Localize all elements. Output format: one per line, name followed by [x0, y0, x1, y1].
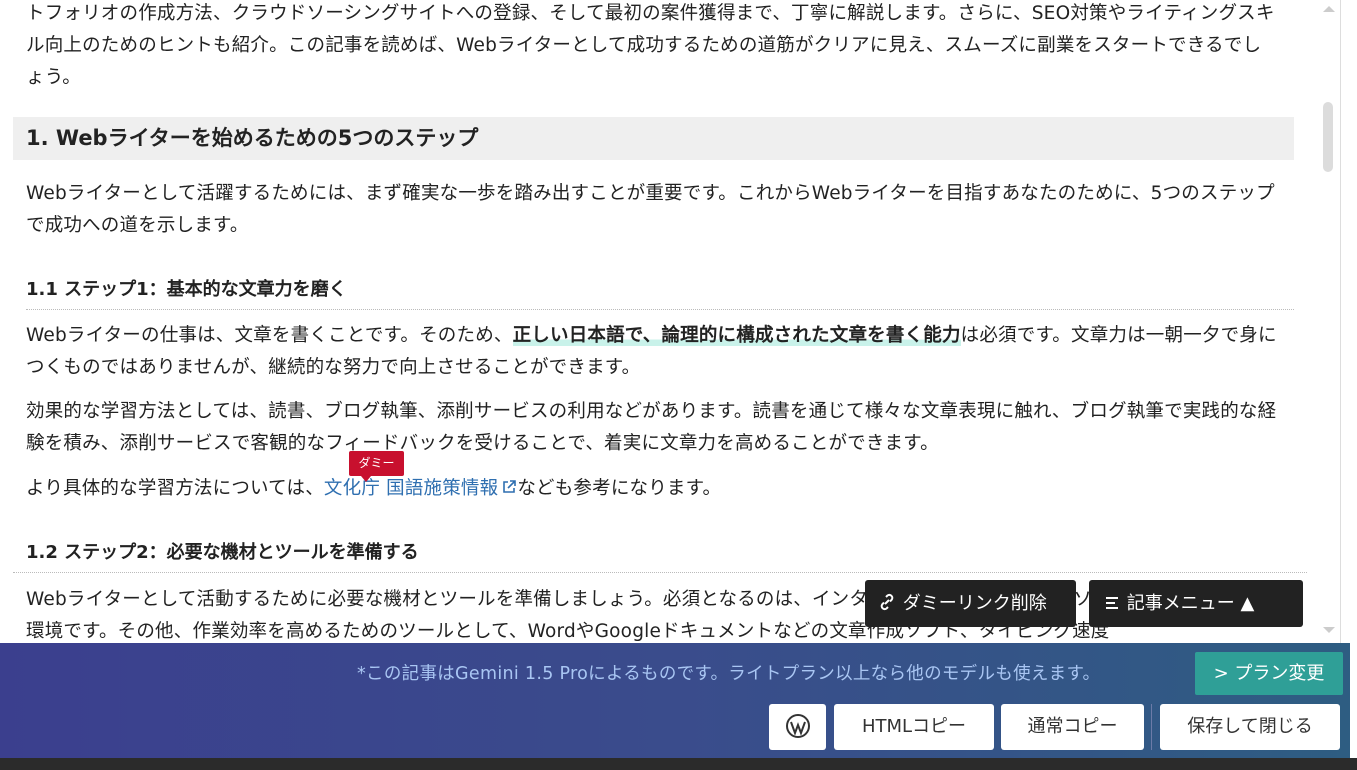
- save-and-close-button[interactable]: 保存して閉じる: [1160, 704, 1340, 750]
- section-heading: 1. Webライターを始めるための5つのステップ: [13, 117, 1294, 160]
- scroll-down-arrow-icon[interactable]: [1323, 627, 1335, 633]
- dummy-link-badge: ダミー: [349, 451, 404, 482]
- article-menu-label: 記事メニュー ▲: [1126, 593, 1255, 614]
- paragraph: 効果的な学習方法としては、読書、ブログ執筆、添削サービスの利用などがあります。読…: [26, 401, 1277, 454]
- link-icon: [880, 593, 894, 611]
- paragraph: より具体的な学習方法については、文化庁 国語施策情報 なども参考になります。: [26, 473, 1288, 505]
- subheading: 1.2 ステップ2：必要な機材とツールを準備する: [13, 538, 1307, 573]
- text: なども参考になります。: [517, 478, 722, 499]
- text: より具体的な学習方法については、: [26, 478, 324, 499]
- text: Webライターの仕事は、文章を書くことです。そのため、: [26, 325, 513, 346]
- normal-copy-button[interactable]: 通常コピー: [1001, 704, 1144, 750]
- external-link-icon: [503, 480, 517, 493]
- html-copy-button[interactable]: HTMLコピー: [834, 704, 994, 750]
- scroll-up-arrow-icon[interactable]: [1323, 6, 1335, 12]
- external-link[interactable]: 文化庁 国語施策情報: [324, 478, 517, 499]
- wordpress-icon: [785, 714, 810, 738]
- plan-change-button[interactable]: > プラン変更: [1195, 652, 1343, 695]
- model-notice: *この記事はGemini 1.5 Proによるものです。ライトプラン以上なら他の…: [357, 664, 1101, 684]
- window-bottom-edge: [0, 758, 1357, 770]
- article-menu-button[interactable]: 記事メニュー ▲: [1089, 580, 1303, 627]
- menu-icon: [1106, 597, 1118, 609]
- remove-dummy-link-label: ダミーリンク削除: [902, 593, 1047, 614]
- scrollbar[interactable]: [1318, 0, 1340, 643]
- highlight-text: 正しい日本語で、論理的に構成された文章を書く能力: [512, 325, 961, 346]
- link-text: 文化庁 国語施策情報: [323, 478, 499, 499]
- remove-dummy-link-button[interactable]: ダミーリンク削除: [865, 580, 1076, 627]
- article-preview: トフォリオの作成方法、クラウドソーシングサイトへの登録、そして最初の案件獲得まで…: [0, 0, 1318, 643]
- subheading: 1.1 ステップ1：基本的な文章力を磨く: [26, 275, 1294, 310]
- paragraph: Webライターとして活躍するためには、まず確実な一歩を踏み出すことが重要です。こ…: [26, 183, 1275, 236]
- wordpress-button[interactable]: [769, 704, 826, 750]
- divider: [1151, 704, 1152, 750]
- scrollbar-thumb[interactable]: [1323, 102, 1333, 172]
- paragraph: Webライターの仕事は、文章を書くことです。そのため、正しい日本語で、論理的に構…: [26, 320, 1288, 384]
- intro-paragraph: トフォリオの作成方法、クラウドソーシングサイトへの登録、そして最初の案件獲得まで…: [26, 3, 1275, 88]
- section-heading-text: 1. Webライターを始めるための5つのステップ: [26, 126, 479, 150]
